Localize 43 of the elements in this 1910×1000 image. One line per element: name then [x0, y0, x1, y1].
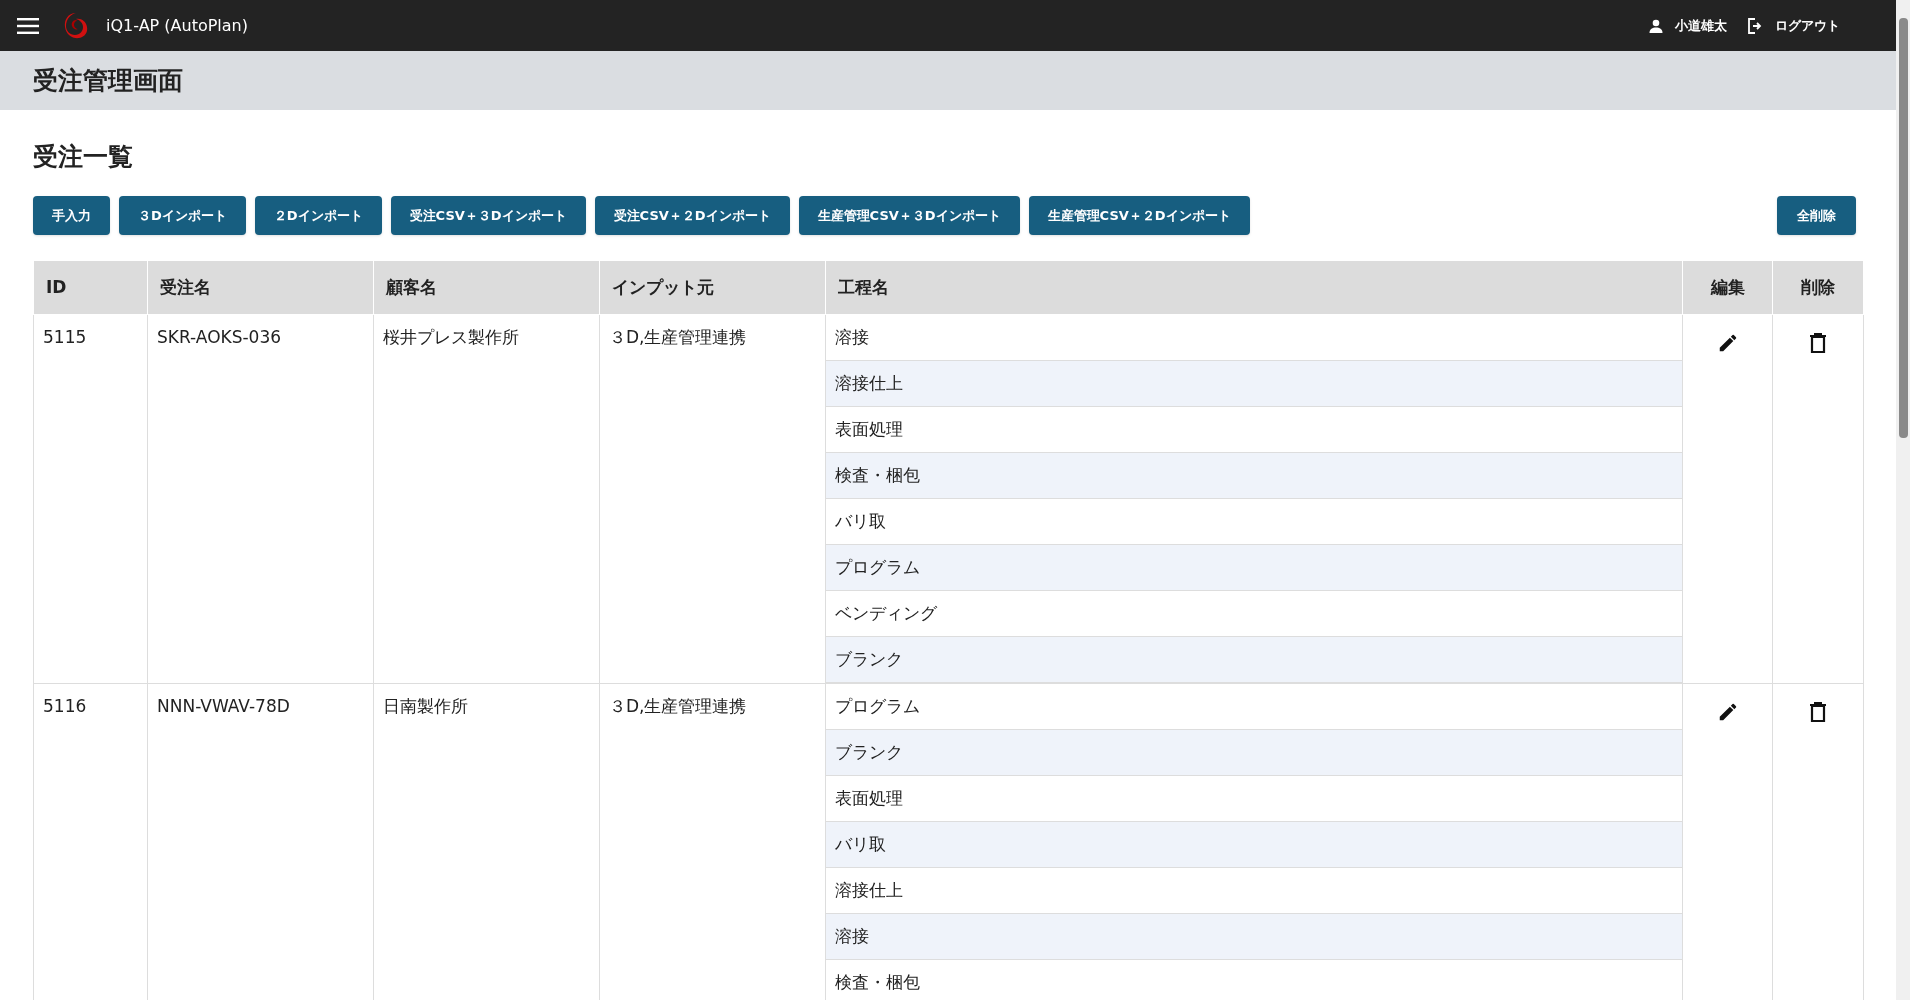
column-header: 顧客名	[373, 260, 600, 315]
process-row: 検査・梱包	[826, 453, 1682, 499]
menu-icon	[17, 17, 39, 34]
table-cell: 5115	[43, 327, 87, 347]
user-icon	[1649, 18, 1663, 33]
table-cell: ３D,生産管理連携	[609, 327, 747, 347]
process-row: ブランク	[826, 730, 1682, 776]
scrollbar-thumb[interactable]	[1898, 18, 1908, 438]
column-header: 削除	[1772, 260, 1864, 315]
section-title: 受注一覧	[33, 142, 134, 172]
table-cell: 5116	[43, 696, 87, 716]
import-button[interactable]: ２Dインポート	[254, 196, 382, 235]
column-header: 受注名	[147, 260, 374, 315]
column-header: 工程名	[825, 260, 1683, 315]
user-name: 小道雄太	[1675, 16, 1727, 35]
process-row: バリ取	[826, 822, 1682, 868]
column-header: インプット元	[599, 260, 826, 315]
table-cell: 桜井プレス製作所	[383, 327, 519, 347]
trash-icon	[1808, 332, 1828, 354]
import-button[interactable]: 生産管理CSV＋２Dインポート	[1028, 196, 1250, 235]
process-row: 溶接	[826, 914, 1682, 960]
logo-icon	[62, 10, 90, 41]
column-header: 編集	[1682, 260, 1773, 315]
import-button[interactable]: 生産管理CSV＋３Dインポート	[798, 196, 1020, 235]
import-button[interactable]: 手入力	[33, 196, 110, 235]
table-cell: SKR-AOKS-036	[157, 327, 282, 347]
import-button[interactable]: 受注CSV＋３Dインポート	[390, 196, 586, 235]
import-button[interactable]: ３Dインポート	[119, 196, 246, 235]
page-title: 受注管理画面	[33, 64, 183, 97]
table-cell: ３D,生産管理連携	[609, 696, 747, 716]
trash-icon	[1808, 701, 1828, 723]
delete-all-button[interactable]: 全削除	[1777, 196, 1856, 235]
column-header: ID	[33, 260, 148, 315]
process-row: プログラム	[826, 545, 1682, 591]
process-row: ブランク	[826, 637, 1682, 683]
app-title: iQ1-AP (AutoPlan)	[106, 14, 248, 37]
import-button[interactable]: 受注CSV＋２Dインポート	[594, 196, 790, 235]
logout-icon	[1747, 17, 1763, 34]
logout-button[interactable]: ログアウト	[1747, 15, 1840, 36]
table-cell: NNN-VWAV-78D	[157, 696, 290, 716]
table-cell: 日南製作所	[383, 696, 468, 716]
process-row: 溶接仕上	[826, 361, 1682, 407]
scrollbar[interactable]	[1896, 0, 1910, 1000]
